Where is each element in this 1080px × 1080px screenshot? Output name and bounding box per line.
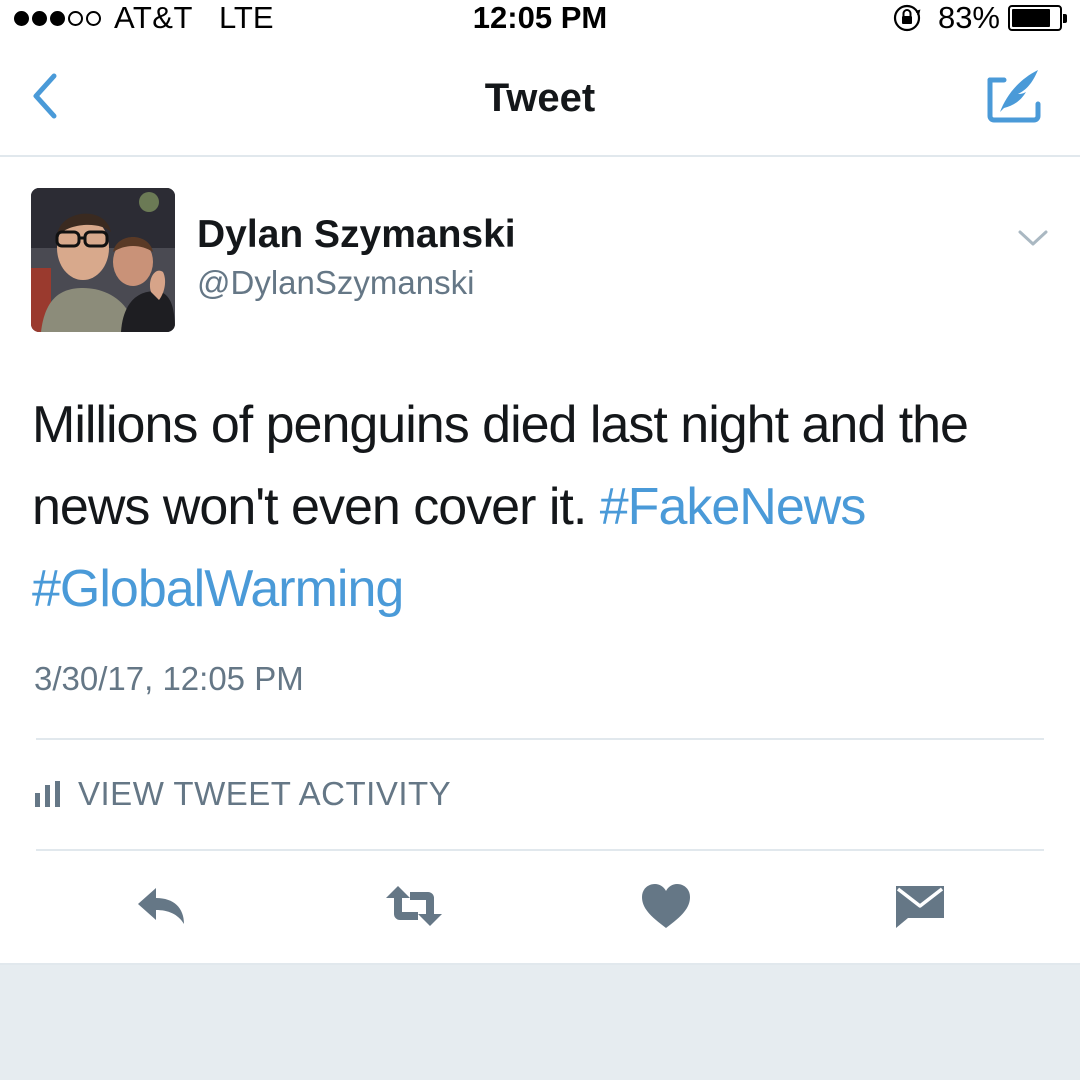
tweet-detail-screen: AT&T LTE 12:05 PM 83% Tweet Dylan Szyman… [0,0,1080,1080]
direct-message-icon[interactable] [892,880,948,932]
rotation-lock-icon [893,4,921,32]
retweet-icon[interactable] [384,880,444,932]
compose-tweet-button[interactable] [984,66,1044,126]
divider [36,738,1044,740]
status-bar-right: 83% [892,0,1067,36]
bar-chart-icon [35,781,60,807]
avatar[interactable] [31,188,175,332]
status-bar: AT&T LTE 12:05 PM 83% [0,0,1080,36]
divider [36,849,1044,851]
chevron-down-icon[interactable] [1016,224,1050,252]
tweet-timestamp: 3/30/17, 12:05 PM [34,660,304,697]
tweet-text: Millions of penguins died last night and… [32,384,1052,630]
navigation-bar: Tweet [0,36,1080,157]
hashtag-link[interactable]: #GlobalWarming [32,560,404,618]
battery-percent: 83% [937,0,1000,35]
hashtag-link[interactable]: #FakeNews [600,478,867,536]
activity-label: VIEW TWEET ACTIVITY [78,775,452,812]
page-title: Tweet [484,76,596,120]
user-handle[interactable]: @DylanSzymanski [197,264,474,302]
like-icon[interactable] [638,880,694,932]
battery-fill [1012,9,1051,27]
view-tweet-activity-button[interactable]: VIEW TWEET ACTIVITY [34,772,451,816]
background-footer [0,963,1080,1080]
reply-icon[interactable] [134,880,190,932]
display-name[interactable]: Dylan Szymanski [197,213,516,257]
battery-nub [1063,14,1067,23]
battery-icon [1008,5,1067,31]
